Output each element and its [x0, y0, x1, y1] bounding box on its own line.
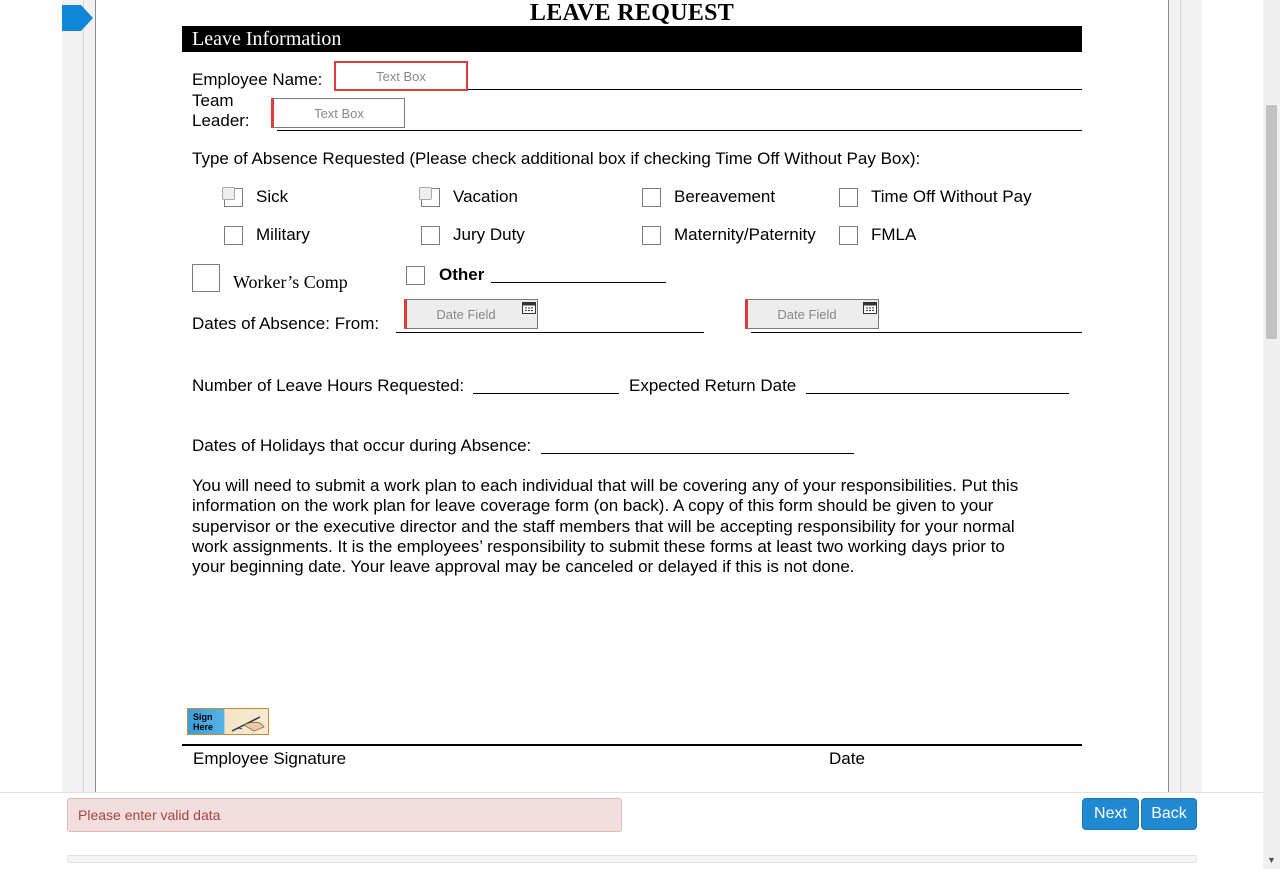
date-to-field[interactable]: Date Field — [745, 299, 879, 329]
instructions-line: your beginning date. Your leave approval… — [192, 557, 855, 577]
instructions-line: supervisor or the executive director and… — [192, 516, 1015, 536]
expected-return-label: Expected Return Date — [629, 376, 797, 395]
jury-duty-label: Jury Duty — [453, 225, 525, 244]
chevron-down-icon[interactable]: ▼ — [1267, 855, 1276, 865]
time-off-without-pay-label: Time Off Without Pay — [871, 187, 1032, 206]
jury-duty-checkbox[interactable] — [421, 226, 440, 245]
form-page — [95, 0, 1169, 793]
sick-checkbox[interactable] — [222, 187, 243, 207]
other-checkbox[interactable] — [406, 266, 425, 285]
employee-name-field[interactable]: Text Box — [334, 61, 468, 91]
vacation-label: Vacation — [453, 187, 518, 206]
military-label: Military — [256, 225, 310, 244]
date-to-placeholder: Date Field — [777, 306, 837, 322]
calendar-icon[interactable] — [522, 301, 536, 314]
bereavement-label: Bereavement — [674, 187, 776, 206]
dates-absence-label: Dates of Absence: From: — [192, 314, 380, 333]
viewer-divider-right — [1180, 0, 1181, 793]
sign-here-text: Sign Here — [193, 712, 213, 732]
back-button[interactable]: Back — [1141, 798, 1197, 830]
next-button[interactable]: Next — [1082, 798, 1139, 830]
maternity-paternity-label: Maternity/Paternity — [674, 225, 816, 244]
workers-comp-checkbox[interactable] — [192, 264, 220, 292]
time-off-without-pay-checkbox[interactable] — [839, 188, 858, 207]
instructions-line: work assignments. It is the employees’ r… — [192, 536, 1005, 556]
leave-hours-underline — [473, 393, 619, 394]
date-from-underline — [396, 332, 704, 333]
instructions-paragraph: You will need to submit a work plan to e… — [192, 476, 1072, 577]
military-checkbox[interactable] — [224, 226, 243, 245]
employee-name-underline — [468, 89, 1082, 90]
section-header: Leave Information — [182, 26, 1082, 52]
team-leader-label: Team Leader: — [192, 91, 250, 131]
employee-name-label: Employee Name: — [192, 70, 323, 89]
date-from-field[interactable]: Date Field — [404, 299, 538, 329]
date-from-placeholder: Date Field — [436, 306, 496, 322]
sign-here-line2: Here — [193, 722, 214, 732]
team-leader-label-line2: Leader: — [192, 111, 250, 130]
instructions-line: You will need to submit a work plan to e… — [192, 476, 1019, 495]
date-label: Date — [829, 749, 865, 768]
signature-line — [182, 744, 1082, 746]
other-underline — [491, 282, 666, 283]
maternity-paternity-checkbox[interactable] — [642, 226, 661, 245]
date-to-underline — [751, 332, 1082, 333]
scrollbar-thumb[interactable] — [1266, 105, 1277, 339]
instructions-line: information on the work plan for leave c… — [192, 496, 994, 516]
bereavement-checkbox[interactable] — [642, 188, 661, 207]
vertical-scrollbar[interactable]: ▼ — [1263, 0, 1280, 869]
fmla-label: FMLA — [871, 225, 917, 244]
page-title: LEAVE REQUEST — [529, 0, 735, 26]
viewer-divider-left — [83, 0, 84, 793]
error-alert: Please enter valid data — [67, 798, 622, 832]
team-leader-underline — [277, 130, 1082, 131]
team-leader-field[interactable]: Text Box — [271, 98, 405, 128]
sick-label: Sick — [256, 187, 289, 206]
fmla-checkbox[interactable] — [839, 226, 858, 245]
holidays-underline — [541, 453, 854, 454]
sign-here-icon — [231, 716, 265, 732]
team-leader-label-line1: Team — [192, 91, 234, 110]
other-label: Other — [439, 265, 485, 284]
leave-hours-label: Number of Leave Hours Requested: — [192, 376, 465, 395]
absence-type-prompt: Type of Absence Requested (Please check … — [192, 149, 921, 168]
employee-signature-label: Employee Signature — [193, 749, 347, 768]
calendar-icon[interactable] — [863, 301, 877, 314]
progress-track — [67, 855, 1197, 863]
sign-here-line1: Sign — [193, 712, 213, 722]
workers-comp-label: Worker’s Comp — [233, 272, 348, 292]
vacation-checkbox[interactable] — [419, 187, 440, 207]
expected-return-underline — [806, 393, 1069, 394]
sign-here-button[interactable]: Sign Here — [187, 708, 269, 735]
holidays-label: Dates of Holidays that occur during Abse… — [192, 436, 532, 455]
